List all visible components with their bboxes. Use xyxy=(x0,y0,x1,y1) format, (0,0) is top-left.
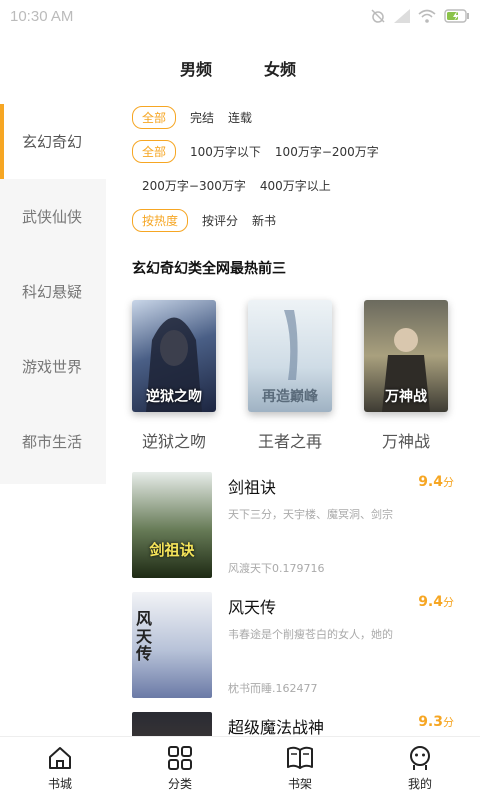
top-book-1[interactable]: 逆狱之吻 逆狱之吻 xyxy=(132,300,222,452)
score-value: 9.3 xyxy=(418,714,443,730)
book-author: 枕书而睡.162477 xyxy=(228,682,318,695)
profile-icon xyxy=(410,746,430,770)
sort-by-rating[interactable]: 按评分 xyxy=(202,212,238,229)
sidebar-item-kehuan[interactable]: 科幻悬疑 xyxy=(0,254,106,329)
book-description: 天下三分，天宇楼、魔冥洞、剑宗 xyxy=(228,508,393,521)
score-unit: 分 xyxy=(443,596,454,609)
nav-bookstore[interactable]: 书城 xyxy=(0,737,120,800)
top-book-2[interactable]: 再造巅峰 王者之再 xyxy=(248,300,338,452)
nav-label: 书城 xyxy=(47,777,72,791)
filter-status-row: 全部 完结 连载 xyxy=(132,106,266,129)
top-book-3[interactable]: 万神战 万神战 xyxy=(364,300,454,452)
book-cover: 逆狱之吻 xyxy=(132,300,216,412)
category-grid-icon xyxy=(168,746,192,770)
score-value: 9.4 xyxy=(418,474,443,490)
book-title: 超级魔法战神 xyxy=(228,718,325,736)
sidebar-item-label: 游戏世界 xyxy=(22,358,83,376)
gender-tabs: 男频 女频 xyxy=(0,56,480,88)
filter-status-complete[interactable]: 完结 xyxy=(190,109,214,126)
status-icons xyxy=(370,8,470,24)
nav-mine[interactable]: 我的 xyxy=(360,737,480,800)
battery-charging-icon xyxy=(444,9,469,23)
score-value: 9.4 xyxy=(418,594,443,610)
sort-new-books[interactable]: 新书 xyxy=(252,212,276,229)
top-book-title: 逆狱之吻 xyxy=(141,432,206,451)
cover-title: 逆狱之吻 xyxy=(146,389,202,405)
filter-words-over-400w[interactable]: 400万字以上 xyxy=(260,177,331,194)
sidebar-item-label: 玄幻奇幻 xyxy=(22,133,83,151)
book-author: 风渡天下0.179716 xyxy=(228,562,325,575)
filter-sort-row: 按热度 按评分 新书 xyxy=(132,209,290,232)
book-title: 剑祖诀 xyxy=(228,478,277,497)
sidebar-item-label: 都市生活 xyxy=(22,433,83,451)
bookshelf-icon xyxy=(287,746,313,769)
top-book-title: 王者之再 xyxy=(257,432,322,451)
book-score: 9.4分 xyxy=(418,474,454,490)
status-bar: 10:30 AM xyxy=(0,0,480,32)
filter-words-all[interactable]: 全部 xyxy=(132,140,177,163)
sort-by-popularity[interactable]: 按热度 xyxy=(132,209,189,232)
cover-title: 再造巅峰 xyxy=(262,389,318,405)
nav-label: 分类 xyxy=(167,777,192,791)
sidebar-item-wuxia[interactable]: 武侠仙侠 xyxy=(0,179,106,254)
sidebar-item-youxi[interactable]: 游戏世界 xyxy=(0,329,106,404)
filter-words-200-300w[interactable]: 200万字−300万字 xyxy=(142,177,246,194)
cover-title: 万神战 xyxy=(385,389,427,405)
category-sidebar: 玄幻奇幻 武侠仙侠 科幻悬疑 游戏世界 都市生活 xyxy=(0,104,106,484)
book-description: 韦春途是个削瘦苍白的女人，她的 xyxy=(228,628,393,641)
status-time: 10:30 AM xyxy=(10,7,74,25)
top-book-title: 万神战 xyxy=(381,432,430,451)
cover-title: 剑祖诀 xyxy=(149,541,195,559)
filter-words-row-2: 200万字−300万字 400万字以上 xyxy=(142,177,345,194)
wifi-icon xyxy=(418,9,436,23)
book-cover: 剑祖诀 xyxy=(132,472,212,578)
sidebar-item-label: 科幻悬疑 xyxy=(22,283,83,301)
book-score: 9.3分 xyxy=(418,714,454,730)
nav-label: 书架 xyxy=(287,777,312,791)
book-cover: 风天传 xyxy=(132,592,212,698)
score-unit: 分 xyxy=(443,716,454,729)
book-cover xyxy=(132,712,212,736)
section-title: 玄幻奇幻类全网最热前三 xyxy=(132,261,286,277)
book-cover: 再造巅峰 xyxy=(248,300,332,412)
filter-status-all[interactable]: 全部 xyxy=(132,106,177,129)
home-icon xyxy=(49,747,71,769)
sidebar-item-xuanhuan[interactable]: 玄幻奇幻 xyxy=(0,104,106,179)
book-score: 9.4分 xyxy=(418,594,454,610)
bottom-nav: 书城 分类 书架 我的 xyxy=(0,736,480,800)
sidebar-item-dushi[interactable]: 都市生活 xyxy=(0,404,106,479)
nav-bookshelf[interactable]: 书架 xyxy=(240,737,360,800)
tab-female[interactable]: 女频 xyxy=(264,56,296,80)
book-list-item[interactable]: 剑祖诀 剑祖诀 9.4分 天下三分，天宇楼、魔冥洞、剑宗 风渡天下0.17971… xyxy=(132,472,454,578)
nav-label: 我的 xyxy=(407,777,432,791)
signal-icon xyxy=(394,9,410,23)
filter-status-ongoing[interactable]: 连载 xyxy=(228,109,252,126)
book-cover: 万神战 xyxy=(364,300,448,412)
cover-title: 风天传 xyxy=(136,609,153,664)
filter-words-row: 全部 100万字以下 100万字−200万字 xyxy=(132,140,393,163)
tab-male[interactable]: 男频 xyxy=(173,56,219,82)
filter-words-100-200w[interactable]: 100万字−200万字 xyxy=(275,143,379,160)
nav-category[interactable]: 分类 xyxy=(120,737,240,800)
alarm-off-icon xyxy=(371,9,385,23)
book-list-item[interactable]: 超级魔法战神 9.3分 xyxy=(132,712,454,736)
filter-words-under-100w[interactable]: 100万字以下 xyxy=(190,143,261,160)
book-title: 风天传 xyxy=(228,598,277,617)
score-unit: 分 xyxy=(443,476,454,489)
book-list-item[interactable]: 风天传 风天传 9.4分 韦春途是个削瘦苍白的女人，她的 枕书而睡.162477 xyxy=(132,592,454,698)
sidebar-item-label: 武侠仙侠 xyxy=(22,208,83,226)
